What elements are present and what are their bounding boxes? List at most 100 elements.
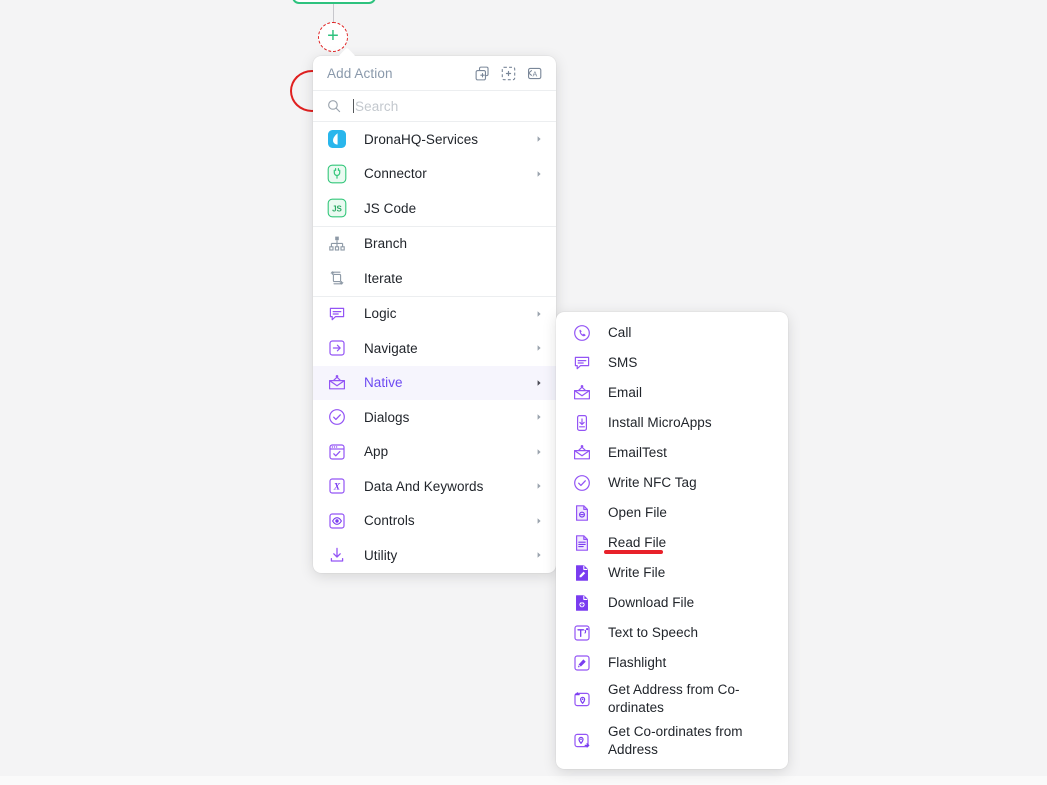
submenu-item-label: Open File: [608, 505, 667, 520]
svg-text:X: X: [333, 482, 341, 493]
controls-eye-icon: [327, 511, 347, 531]
submenu-item-label: Get Co-ordinates from Address: [608, 724, 743, 757]
svg-text:JS: JS: [332, 205, 342, 214]
submenu-item-get-coordinates-from-address[interactable]: Get Co-ordinates from Address: [556, 720, 788, 762]
menu-item-native[interactable]: Native: [313, 365, 556, 400]
add-group-icon[interactable]: [500, 65, 517, 82]
phone-circle-icon: [572, 323, 592, 343]
email-envelope-icon: [572, 443, 592, 463]
submenu-item-text-to-speech[interactable]: Text to Speech: [556, 618, 788, 648]
menu-item-label: Utility: [364, 547, 398, 563]
nfc-check-circle-icon: [572, 473, 592, 493]
rename-icon[interactable]: A: [526, 65, 543, 82]
js-code-icon: JS: [327, 198, 347, 218]
submenu-item-label: Install MicroApps: [608, 415, 712, 430]
menu-item-logic[interactable]: Logic: [313, 297, 556, 332]
submenu-item-call[interactable]: Call: [556, 318, 788, 348]
popup-title: Add Action: [327, 65, 393, 81]
search-input[interactable]: Search: [353, 96, 542, 116]
native-envelope-icon: [327, 373, 347, 393]
chevron-right-icon: [537, 136, 541, 143]
menu-item-utility[interactable]: Utility: [313, 538, 556, 573]
menu-item-data-and-keywords[interactable]: X Data And Keywords: [313, 469, 556, 504]
flow-node-above[interactable]: [292, 0, 376, 4]
popup-header-actions: A: [474, 65, 543, 82]
chevron-right-icon: [537, 345, 541, 352]
submenu-item-label: Text to Speech: [608, 625, 699, 640]
connector-plug-icon: [327, 164, 347, 184]
submenu-item-label: Call: [608, 325, 632, 340]
text-cursor: [353, 99, 354, 113]
chevron-right-icon: [537, 517, 541, 524]
chevron-right-icon: [537, 170, 541, 177]
app-window-icon: [327, 442, 347, 462]
search-icon: [328, 100, 341, 113]
chevron-right-icon: [537, 414, 541, 421]
submenu-item-label: Write NFC Tag: [608, 475, 697, 490]
chevron-right-icon: [537, 552, 541, 559]
native-submenu: Call SMS Email Install MicroApps EmailTe…: [556, 312, 788, 769]
add-action-plus-button[interactable]: +: [318, 22, 348, 52]
text-to-speech-icon: [572, 623, 592, 643]
menu-item-app[interactable]: App: [313, 435, 556, 470]
menu-item-label: JS Code: [364, 200, 417, 216]
branch-icon: [327, 234, 347, 254]
menu-item-navigate[interactable]: Navigate: [313, 331, 556, 366]
submenu-item-email[interactable]: Email: [556, 378, 788, 408]
submenu-item-sms[interactable]: SMS: [556, 348, 788, 378]
menu-item-label: Data And Keywords: [364, 478, 484, 494]
plus-icon: +: [327, 25, 339, 47]
submenu-item-label: SMS: [608, 355, 638, 370]
submenu-item-emailtest[interactable]: EmailTest: [556, 438, 788, 468]
logic-message-icon: [327, 304, 347, 324]
sms-bubble-icon: [572, 353, 592, 373]
submenu-item-download-file[interactable]: Download File: [556, 588, 788, 618]
utility-download-icon: [327, 545, 347, 565]
search-row[interactable]: Search: [313, 90, 556, 122]
submenu-item-install-microapps[interactable]: Install MicroApps: [556, 408, 788, 438]
menu-item-label: Dialogs: [364, 409, 410, 425]
menu-item-label: DronaHQ-Services: [364, 131, 479, 147]
submenu-item-write-nfc-tag[interactable]: Write NFC Tag: [556, 468, 788, 498]
menu-item-dronahq-services[interactable]: DronaHQ-Services: [313, 122, 556, 157]
menu-item-label: Iterate: [364, 270, 403, 286]
chevron-right-icon: [537, 379, 541, 386]
submenu-item-label: Email: [608, 385, 643, 400]
install-phone-icon: [572, 413, 592, 433]
email-envelope-icon: [572, 383, 592, 403]
menu-item-label: Navigate: [364, 340, 418, 356]
popup-header: Add Action A: [313, 56, 556, 90]
svg-text:A: A: [532, 70, 537, 78]
menu-item-label: App: [364, 444, 389, 460]
bottom-strip: [0, 776, 1047, 785]
submenu-item-label: Write File: [608, 565, 666, 580]
duplicate-add-icon[interactable]: [474, 65, 491, 82]
menu-item-dialogs[interactable]: Dialogs: [313, 400, 556, 435]
dronahq-icon: [327, 129, 347, 149]
navigate-arrow-icon: [327, 338, 347, 358]
submenu-item-get-address-from-coordinates[interactable]: Get Address from Co-ordinates: [556, 678, 788, 720]
menu-item-connector[interactable]: Connector: [313, 157, 556, 192]
menu-item-label: Logic: [364, 306, 397, 322]
submenu-item-write-file[interactable]: Write File: [556, 558, 788, 588]
menu-item-controls[interactable]: Controls: [313, 504, 556, 539]
submenu-item-label: Flashlight: [608, 655, 667, 670]
menu-item-branch[interactable]: Branch: [313, 227, 556, 262]
menu-item-label: Native: [364, 375, 403, 391]
no-chevron: [535, 240, 543, 248]
dialogs-check-circle-icon: [327, 407, 347, 427]
submenu-item-label: Get Address from Co-ordinates: [608, 682, 740, 715]
workflow-canvas: + Add Action A Search DronaHQ-Services C…: [0, 0, 1047, 785]
address-from-coords-icon: [572, 689, 592, 709]
menu-item-js-code[interactable]: JS JS Code: [313, 191, 556, 226]
menu-item-iterate[interactable]: Iterate: [313, 261, 556, 296]
flashlight-icon: [572, 653, 592, 673]
submenu-item-open-file[interactable]: Open File: [556, 498, 788, 528]
menu-item-label: Connector: [364, 166, 427, 182]
submenu-item-read-file[interactable]: Read File: [556, 528, 788, 558]
no-chevron: [535, 204, 543, 212]
submenu-item-flashlight[interactable]: Flashlight: [556, 648, 788, 678]
menu-group-actions: Logic Navigate Native Dialogs App X Data…: [313, 295, 556, 573]
submenu-item-label: Download File: [608, 595, 695, 610]
download-file-icon: [572, 593, 592, 613]
